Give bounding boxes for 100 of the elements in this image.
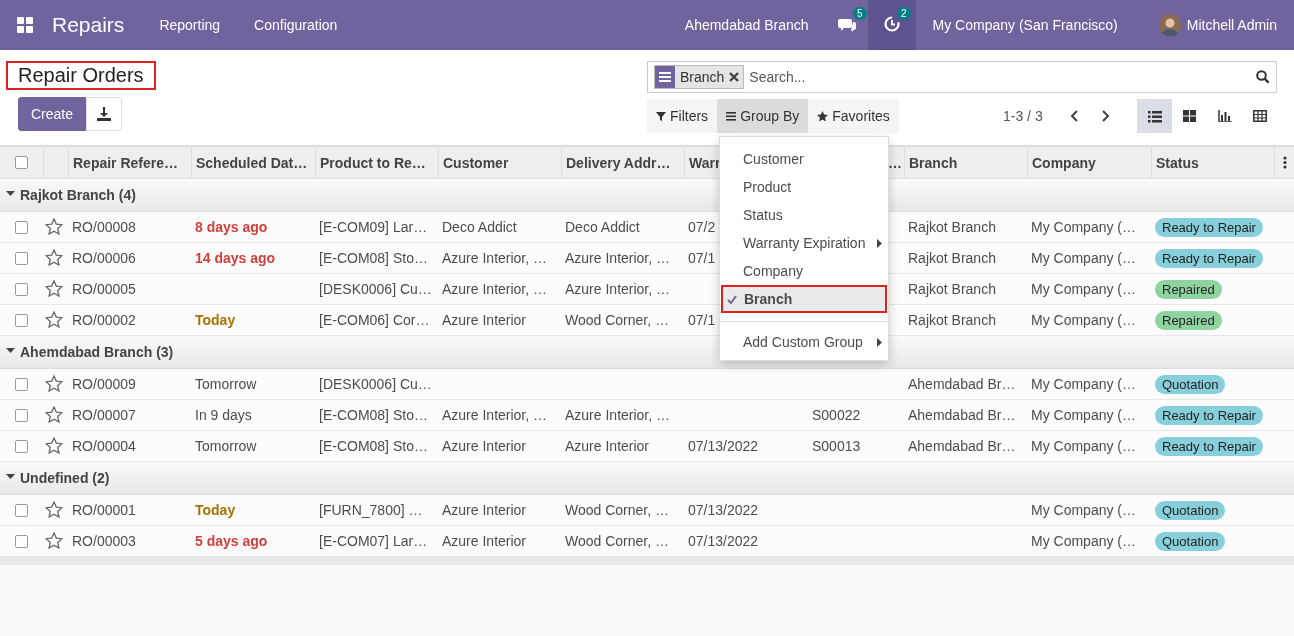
table-cell: 07/13/2022 xyxy=(688,438,759,454)
download-icon xyxy=(97,107,112,121)
table-cell: Wood Corner, … xyxy=(565,533,669,549)
table-cell: RO/00004 xyxy=(72,438,136,454)
check-icon xyxy=(727,294,737,304)
star-outline-icon[interactable] xyxy=(45,279,63,297)
star-outline-icon[interactable] xyxy=(45,500,63,518)
column-header[interactable]: Company xyxy=(1027,147,1151,178)
company-switcher[interactable]: My Company (San Francisco) xyxy=(915,17,1135,33)
status-badge: Ready to Repair xyxy=(1155,405,1263,425)
row-checkbox[interactable] xyxy=(15,439,28,453)
star-icon xyxy=(817,110,829,122)
menu-item[interactable]: Branch xyxy=(721,285,887,313)
app-name[interactable]: Repairs xyxy=(52,13,125,37)
table-cell: Wood Corner, … xyxy=(565,502,669,518)
facet-label: Branch xyxy=(680,69,725,85)
filters-button[interactable]: Filters xyxy=(647,99,718,133)
menu-item[interactable]: Status xyxy=(720,201,888,229)
count-badge: 5 xyxy=(853,6,867,20)
remove-icon[interactable] xyxy=(729,72,740,82)
table-cell: Azure Interior, … xyxy=(565,250,671,266)
graph-view-icon xyxy=(1217,110,1232,122)
user-avatar-icon[interactable] xyxy=(1158,14,1181,36)
table-cell: RO/00002 xyxy=(72,312,136,328)
table-cell: [FURN_7800] … xyxy=(319,502,423,518)
table-cell: 07/13/2022 xyxy=(688,502,759,518)
table-cell: 07/1 xyxy=(688,312,716,328)
activity-clock-icon[interactable] xyxy=(883,15,900,32)
column-header[interactable]: Repair Refere… xyxy=(68,147,191,178)
table-cell: [DESK0006] Cu… xyxy=(319,376,432,392)
select-all-checkbox[interactable] xyxy=(15,156,28,169)
create-button[interactable]: Create xyxy=(18,97,87,131)
table-cell: Rajkot Branch xyxy=(908,219,996,235)
row-checkbox[interactable] xyxy=(15,313,28,327)
group-by-button[interactable]: Group By xyxy=(717,99,809,133)
menu-item[interactable]: Product xyxy=(720,173,888,201)
menu-item[interactable]: Configuration xyxy=(237,17,355,33)
table-cell: Rajkot Branch xyxy=(908,312,996,328)
search-field[interactable]: Branch Search... xyxy=(647,61,1277,93)
row-checkbox[interactable] xyxy=(15,251,28,265)
row-checkbox[interactable] xyxy=(15,503,28,517)
column-header[interactable]: Scheduled Dat… xyxy=(191,147,315,178)
star-outline-icon[interactable] xyxy=(45,405,63,423)
column-header[interactable]: Delivery Addr… xyxy=(561,147,684,178)
status-badge: Repaired xyxy=(1155,279,1222,299)
star-outline-icon[interactable] xyxy=(45,248,63,266)
apps-menu-icon[interactable] xyxy=(17,17,33,33)
table-cell: S00013 xyxy=(812,438,861,454)
row-checkbox[interactable] xyxy=(15,282,28,296)
table-cell: Deco Addict xyxy=(442,219,517,235)
table-cell: Azure Interior xyxy=(442,502,527,518)
star-outline-icon[interactable] xyxy=(45,374,63,392)
list-view-button[interactable] xyxy=(1137,99,1172,133)
table-cell: Rajkot Branch xyxy=(908,281,996,297)
table-cell: 07/13/2022 xyxy=(688,533,759,549)
download-button[interactable] xyxy=(86,97,123,131)
table-cell: RO/00001 xyxy=(72,502,136,518)
row-checkbox[interactable] xyxy=(15,377,28,391)
star-outline-icon[interactable] xyxy=(45,436,63,454)
table-cell: [E-COM08] Sto… xyxy=(319,250,428,266)
branch-switcher[interactable]: Ahemdabad Branch xyxy=(667,17,826,33)
column-header[interactable]: Branch xyxy=(904,147,1027,178)
menu-item[interactable]: Company xyxy=(720,257,888,285)
pager-value[interactable]: 1-3 / 3 xyxy=(1003,108,1043,124)
more-options-icon[interactable] xyxy=(1282,156,1287,169)
menu-item[interactable]: Warranty Expiration xyxy=(720,229,888,257)
add-custom-group-item[interactable]: Add Custom Group xyxy=(720,328,888,356)
star-outline-icon[interactable] xyxy=(45,531,63,549)
column-header[interactable]: Product to Re… xyxy=(315,147,438,178)
star-outline-icon[interactable] xyxy=(45,310,63,328)
table-cell: Azure Interior xyxy=(565,438,650,454)
search-facet[interactable]: Branch xyxy=(654,65,745,89)
table-cell: Tomorrow xyxy=(195,438,257,454)
row-checkbox[interactable] xyxy=(15,220,28,234)
row-checkbox[interactable] xyxy=(15,408,28,422)
group-header[interactable]: Ahemdabad Branch (3) xyxy=(0,344,174,360)
table-cell: My Company (… xyxy=(1031,376,1137,392)
table-cell: Azure Interior, … xyxy=(565,407,671,423)
table-cell: RO/00003 xyxy=(72,533,136,549)
count-badge: 2 xyxy=(897,6,911,20)
group-header[interactable]: Undefined (2) xyxy=(0,470,110,486)
menu-item[interactable]: Customer xyxy=(720,145,888,173)
table-cell: Rajkot Branch xyxy=(908,250,996,266)
table-cell: Ahemdabad Br… xyxy=(908,376,1016,392)
group-header[interactable]: Rajkot Branch (4) xyxy=(0,187,136,203)
menu-item[interactable]: Reporting xyxy=(142,17,238,33)
column-header[interactable]: Customer xyxy=(438,147,561,178)
favorites-button[interactable]: Favorites xyxy=(808,99,899,133)
table-cell: Tomorrow xyxy=(195,376,257,392)
table-cell: My Company (… xyxy=(1031,533,1137,549)
star-outline-icon[interactable] xyxy=(45,217,63,235)
table-cell: My Company (… xyxy=(1031,250,1137,266)
row-checkbox[interactable] xyxy=(15,534,28,548)
search-icon[interactable] xyxy=(1256,70,1270,84)
table-cell: S00022 xyxy=(812,407,861,423)
user-name[interactable]: Mitchell Admin xyxy=(1186,17,1277,33)
kanban-view-icon xyxy=(1183,110,1196,122)
table-cell: Ahemdabad Br… xyxy=(908,438,1016,454)
table-cell: My Company (… xyxy=(1031,407,1137,423)
column-header[interactable]: Status xyxy=(1151,147,1274,178)
